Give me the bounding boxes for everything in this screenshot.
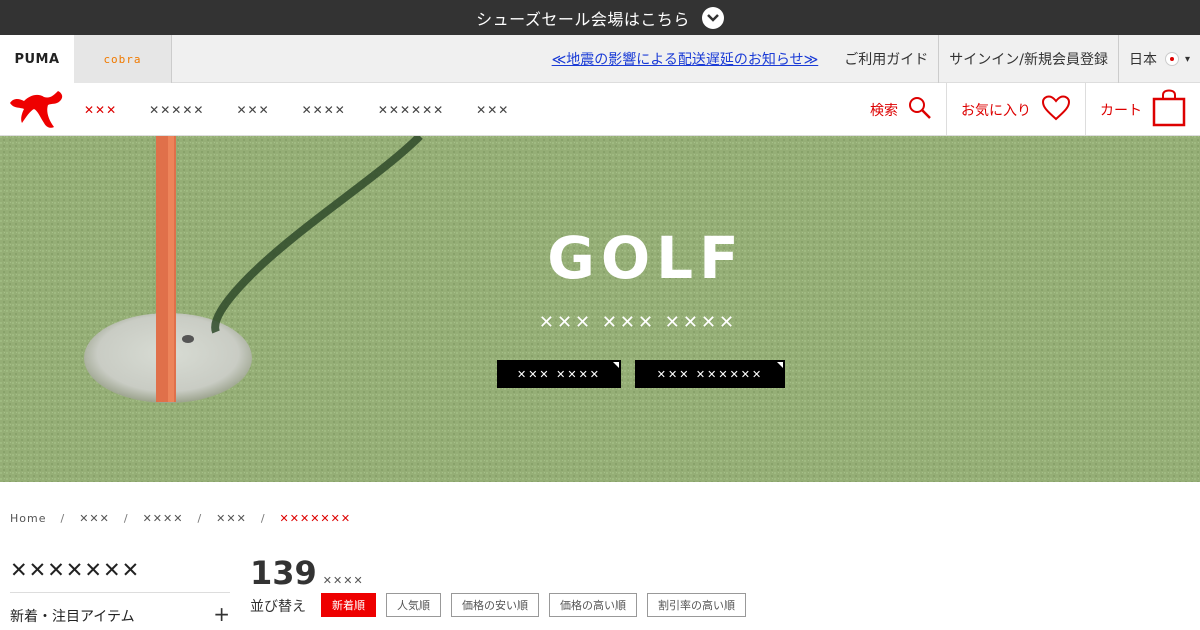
- sort-price-high-button[interactable]: 価格の高い順: [549, 593, 637, 617]
- puma-wordmark: PUMA: [14, 51, 60, 67]
- breadcrumb-separator: /: [123, 512, 129, 525]
- favorites-button[interactable]: お気に入り: [946, 83, 1085, 136]
- nav-item-6[interactable]: ✕✕✕: [476, 103, 509, 117]
- cobra-wordmark: cobra: [103, 52, 142, 66]
- guide-link[interactable]: ご利用ガイド: [834, 35, 938, 83]
- brand-tab-cobra[interactable]: cobra: [74, 35, 172, 83]
- hero-title: GOLF: [547, 224, 745, 292]
- nav-item-1[interactable]: ✕✕✕: [84, 103, 117, 117]
- search-label: 検索: [870, 102, 898, 119]
- sort-newest-button[interactable]: 新着順: [321, 593, 376, 617]
- hero-button-1[interactable]: ✕✕✕ ✕✕✕✕: [497, 360, 621, 388]
- breadcrumb-separator: /: [260, 512, 266, 525]
- results-count-unit: ✕✕✕✕: [322, 574, 364, 587]
- shopping-bag-icon: [1152, 88, 1186, 131]
- promo-bar[interactable]: シューズセール会場はこちら: [0, 0, 1200, 35]
- promo-text[interactable]: シューズセール会場はこちら: [476, 6, 690, 30]
- breadcrumb-item-4[interactable]: ✕✕✕: [216, 512, 247, 525]
- cart-button[interactable]: カート: [1085, 83, 1200, 136]
- nav-item-2[interactable]: ✕✕✕✕✕: [149, 103, 204, 117]
- breadcrumb-item-2[interactable]: ✕✕✕: [79, 512, 110, 525]
- filter-label: 新着・注目アイテム: [10, 609, 135, 625]
- search-icon: [908, 96, 932, 124]
- breadcrumb-current: ✕✕✕✕✕✕✕: [279, 512, 352, 525]
- breadcrumb-separator: /: [60, 512, 66, 525]
- heart-icon: [1041, 94, 1071, 125]
- results-count: 139 ✕✕✕✕: [250, 554, 364, 592]
- country-selector[interactable]: 日本 ▾: [1117, 35, 1200, 83]
- nav-item-5[interactable]: ✕✕✕✕✕✕: [378, 103, 444, 117]
- nav-item-3[interactable]: ✕✕✕: [236, 103, 269, 117]
- breadcrumb-item-3[interactable]: ✕✕✕✕: [143, 512, 184, 525]
- shipping-notice-link[interactable]: ≪地震の影響による配送遅延のお知らせ≫: [552, 49, 835, 69]
- hero-banner: GOLF ✕✕✕ ✕✕✕ ✕✕✕✕ ✕✕✕ ✕✕✕✕ ✕✕✕ ✕✕✕✕✕✕: [0, 136, 1200, 482]
- hero-button-2[interactable]: ✕✕✕ ✕✕✕✕✕✕: [635, 360, 785, 388]
- breadcrumb-separator: /: [197, 512, 203, 525]
- filter-new-featured[interactable]: 新着・注目アイテム +: [10, 604, 230, 626]
- results-count-number: 139: [250, 554, 317, 592]
- chevron-down-icon[interactable]: [701, 6, 724, 29]
- japan-flag-icon: [1164, 52, 1179, 66]
- nav-list: ✕✕✕ ✕✕✕✕✕ ✕✕✕ ✕✕✕✕ ✕✕✕✕✕✕ ✕✕✕: [84, 83, 509, 136]
- search-button[interactable]: 検索: [856, 83, 946, 136]
- breadcrumb: Home / ✕✕✕ / ✕✕✕✕ / ✕✕✕ / ✕✕✕✕✕✕✕: [10, 512, 351, 525]
- expand-plus-icon[interactable]: +: [213, 604, 230, 626]
- utility-bar: PUMA cobra ≪地震の影響による配送遅延のお知らせ≫ ご利用ガイド サイ…: [0, 35, 1200, 83]
- golf-hole-image: [0, 136, 1200, 482]
- brand-tab-puma[interactable]: PUMA: [0, 35, 74, 83]
- sort-popular-button[interactable]: 人気順: [386, 593, 441, 617]
- nav-item-4[interactable]: ✕✕✕✕: [302, 103, 346, 117]
- puma-logo-icon[interactable]: [8, 89, 66, 131]
- hero-subtitle: ✕✕✕ ✕✕✕ ✕✕✕✕: [538, 312, 738, 333]
- sort-discount-button[interactable]: 割引率の高い順: [647, 593, 746, 617]
- sidebar-title: ✕✕✕✕✕✕✕: [10, 558, 141, 582]
- sort-price-low-button[interactable]: 価格の安い順: [451, 593, 539, 617]
- sort-options: 新着順 人気順 価格の安い順 価格の高い順 割引率の高い順: [321, 593, 746, 617]
- utility-links: ≪地震の影響による配送遅延のお知らせ≫ ご利用ガイド サインイン/新規会員登録 …: [552, 35, 1200, 83]
- main-nav: ✕✕✕ ✕✕✕✕✕ ✕✕✕ ✕✕✕✕ ✕✕✕✕✕✕ ✕✕✕ 検索 お気に入り カ…: [0, 83, 1200, 136]
- sort-label: 並び替え: [250, 599, 306, 615]
- signin-link[interactable]: サインイン/新規会員登録: [938, 35, 1118, 83]
- breadcrumb-home[interactable]: Home: [10, 512, 46, 525]
- nav-actions: 検索 お気に入り カート: [856, 83, 1200, 136]
- cart-label: カート: [1100, 102, 1142, 119]
- chevron-down-icon: ▾: [1184, 53, 1190, 65]
- country-label: 日本: [1128, 52, 1157, 68]
- favorites-label: お気に入り: [961, 102, 1031, 119]
- sidebar-divider: [10, 592, 230, 593]
